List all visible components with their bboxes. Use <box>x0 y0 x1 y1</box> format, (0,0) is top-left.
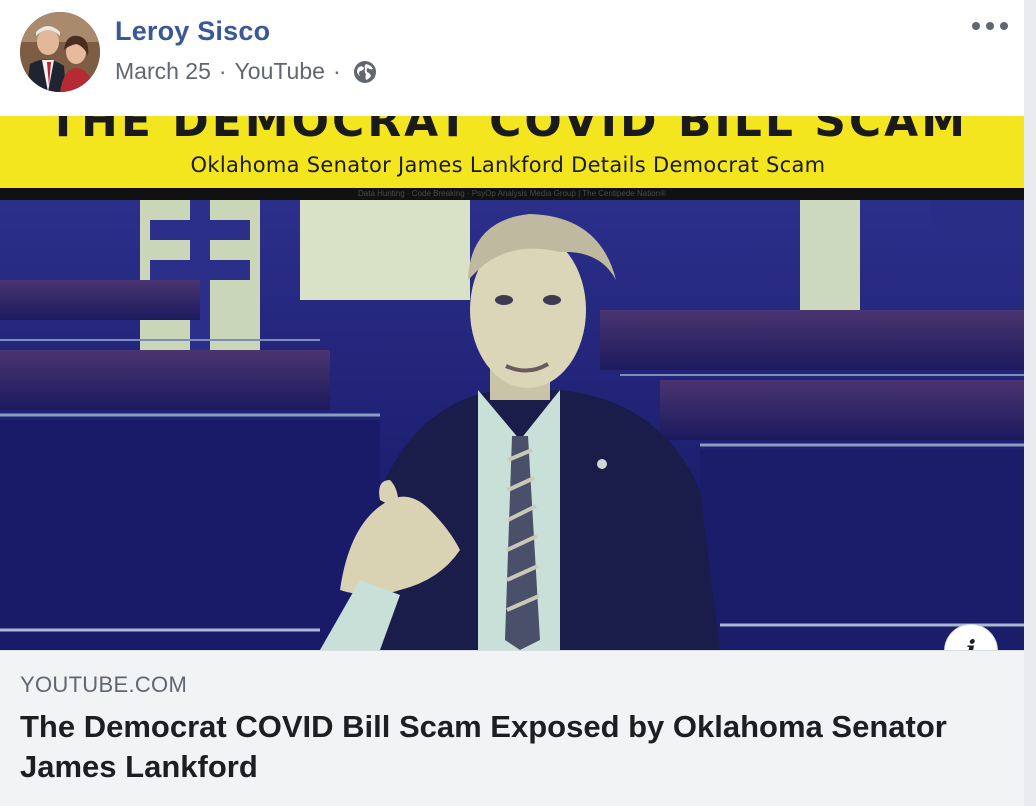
link-domain: YOUTUBE.COM <box>20 672 188 697</box>
avatar-photo <box>20 12 100 92</box>
globe-icon[interactable] <box>353 60 377 84</box>
thumbnail-subheadline: Oklahoma Senator James Lankford Details … <box>190 153 826 177</box>
senator-photo <box>0 200 1024 650</box>
thumbnail-credit: Data Hunting · Code Breaking · PsyOp Ana… <box>358 189 666 198</box>
post-card: Leroy Sisco March 25 · YouTube · THE DEM… <box>0 0 1024 806</box>
video-thumbnail[interactable]: THE DEMOCRAT COVID BILL SCAM Oklahoma Se… <box>0 116 1024 650</box>
meta-separator: · <box>332 58 341 84</box>
author-name[interactable]: Leroy Sisco <box>115 16 270 47</box>
page-gutter <box>1024 0 1036 806</box>
more-options-icon[interactable] <box>972 14 1008 38</box>
thumbnail-headline: THE DEMOCRAT COVID BILL SCAM <box>47 116 969 147</box>
link-preview[interactable]: YOUTUBE.COM The Democrat COVID Bill Scam… <box>0 650 1024 806</box>
meta-separator: · <box>218 58 227 84</box>
post-source: YouTube <box>234 58 325 84</box>
author-avatar[interactable] <box>20 12 100 92</box>
link-title[interactable]: The Democrat COVID Bill Scam Exposed by … <box>20 707 980 787</box>
post-header: Leroy Sisco March 25 · YouTube · <box>0 0 1024 116</box>
post-date[interactable]: March 25 <box>115 58 211 85</box>
post-meta: March 25 · YouTube · <box>115 58 377 85</box>
thumbnail-credit-bar: Data Hunting · Code Breaking · PsyOp Ana… <box>0 188 1024 200</box>
thumbnail-banner: THE DEMOCRAT COVID BILL SCAM Oklahoma Se… <box>0 116 1024 188</box>
